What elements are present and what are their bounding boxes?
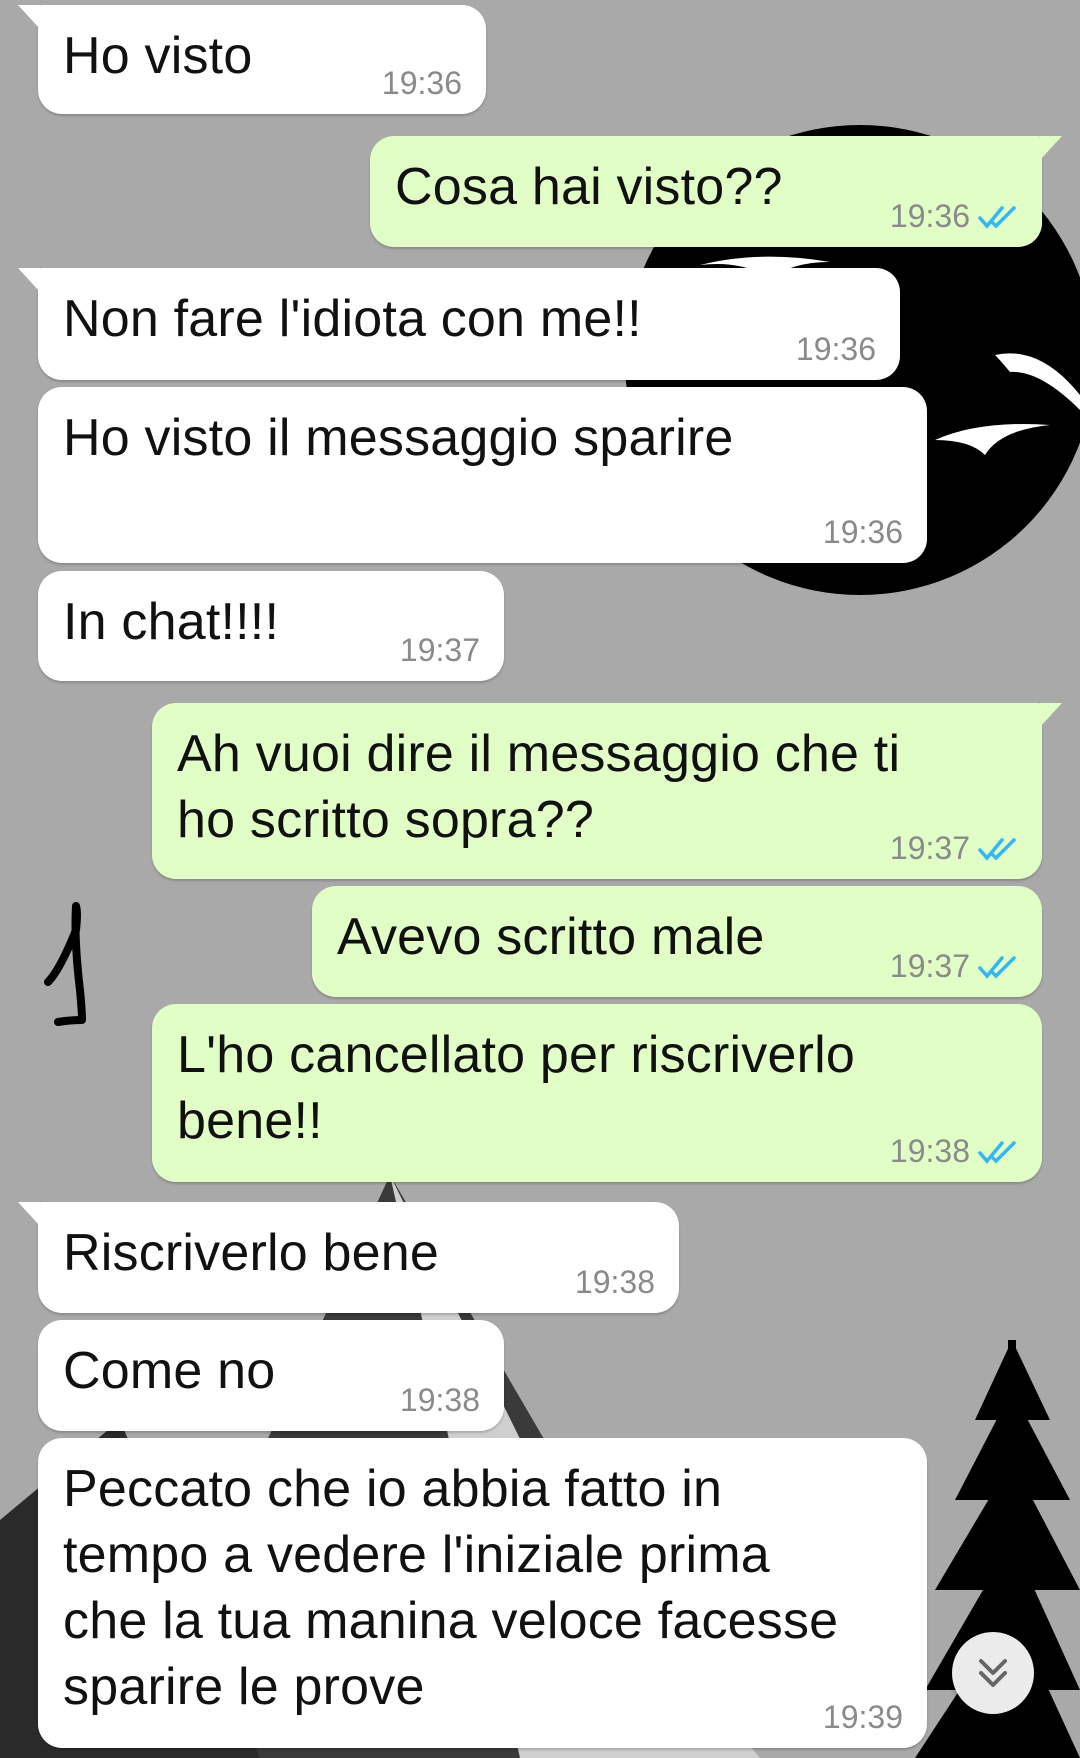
message-meta: 19:36 xyxy=(796,331,876,368)
message-bubble-incoming[interactable]: In chat!!!! 19:37 xyxy=(38,571,504,681)
message-text: Ho visto xyxy=(63,27,253,85)
message-text: Non fare l'idiota con me!! xyxy=(63,290,642,348)
message-timestamp: 19:39 xyxy=(822,1699,903,1735)
message-meta: 19:39 xyxy=(823,1699,903,1736)
double-check-read-icon xyxy=(978,205,1016,229)
message-timestamp: 19:37 xyxy=(889,830,970,866)
message-text: Ho visto il messaggio sparire xyxy=(63,409,734,467)
message-bubble-incoming[interactable]: Ho visto il messaggio sparire 19:36 xyxy=(38,387,927,563)
message-bubble-outgoing[interactable]: L'ho cancellato per riscriverlo bene!! 1… xyxy=(152,1004,1042,1182)
message-timestamp: 19:36 xyxy=(795,331,876,367)
message-bubble-outgoing[interactable]: Ah vuoi dire il messaggio che ti ho scri… xyxy=(152,703,1062,879)
message-timestamp: 19:36 xyxy=(822,514,903,550)
message-timestamp: 19:37 xyxy=(889,948,970,984)
message-meta: 19:38 xyxy=(575,1264,655,1301)
message-timestamp: 19:36 xyxy=(381,65,462,101)
message-text: Cosa hai visto?? xyxy=(395,158,783,216)
message-meta: 19:38 xyxy=(890,1133,1018,1170)
message-bubble-incoming[interactable]: Peccato che io abbia fatto in tempo a ve… xyxy=(38,1438,927,1748)
double-check-read-icon xyxy=(978,1140,1016,1164)
message-text: Peccato che io abbia fatto in tempo a ve… xyxy=(63,1460,839,1716)
message-bubble-outgoing[interactable]: Cosa hai visto?? 19:36 xyxy=(370,136,1062,247)
scroll-to-bottom-button[interactable] xyxy=(952,1632,1034,1714)
message-bubble-outgoing[interactable]: Avevo scritto male 19:37 xyxy=(312,886,1042,997)
message-timestamp: 19:38 xyxy=(889,1133,970,1169)
message-meta: 19:37 xyxy=(890,948,1018,985)
handwritten-annotation xyxy=(44,902,86,1026)
message-meta: 19:37 xyxy=(400,632,480,669)
message-text: Come no xyxy=(63,1342,276,1400)
message-bubble-incoming[interactable]: Riscriverlo bene 19:38 xyxy=(18,1202,679,1313)
message-meta: 19:36 xyxy=(382,65,462,102)
message-meta: 19:36 xyxy=(823,514,903,551)
message-meta: 19:37 xyxy=(890,830,1018,867)
message-timestamp: 19:37 xyxy=(399,632,480,668)
message-timestamp: 19:38 xyxy=(399,1382,480,1418)
double-check-read-icon xyxy=(978,837,1016,861)
message-bubble-incoming[interactable]: Non fare l'idiota con me!! 19:36 xyxy=(18,268,900,380)
message-bubble-incoming[interactable]: Come no 19:38 xyxy=(38,1320,504,1431)
message-meta: 19:38 xyxy=(400,1382,480,1419)
message-timestamp: 19:36 xyxy=(889,198,970,234)
double-check-read-icon xyxy=(978,955,1016,979)
double-chevron-down-icon xyxy=(979,1659,1007,1687)
message-meta: 19:36 xyxy=(890,198,1018,235)
message-bubble-incoming[interactable]: Ho visto 19:36 xyxy=(18,5,486,114)
message-timestamp: 19:38 xyxy=(574,1264,655,1300)
message-text: Avevo scritto male xyxy=(337,908,765,966)
message-text: In chat!!!! xyxy=(63,593,280,651)
message-text: L'ho cancellato per riscriverlo bene!! xyxy=(177,1026,855,1150)
message-text: Ah vuoi dire il messaggio che ti ho scri… xyxy=(177,725,901,849)
message-text: Riscriverlo bene xyxy=(63,1224,440,1282)
